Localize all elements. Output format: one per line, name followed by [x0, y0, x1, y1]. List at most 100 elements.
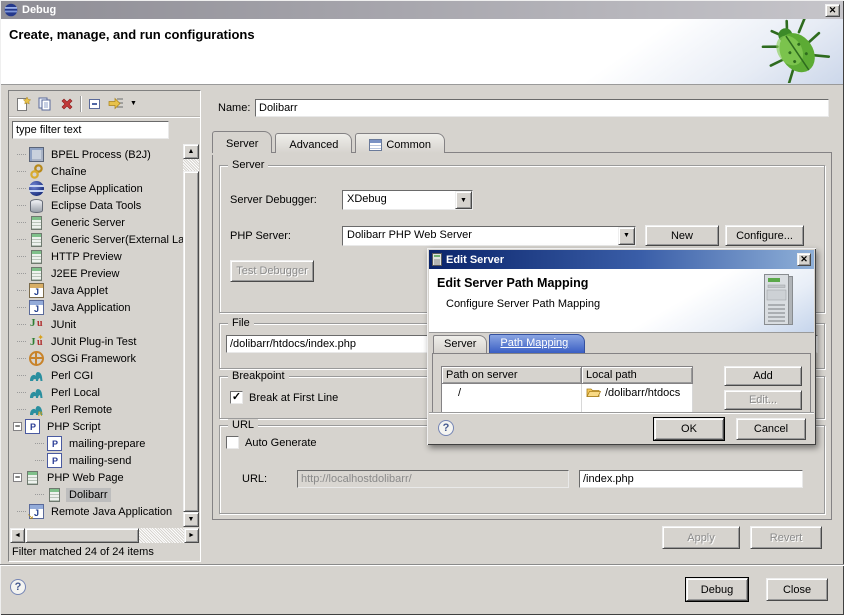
ok-button[interactable]: OK	[654, 418, 724, 440]
chevron-down-icon[interactable]: ▼	[455, 191, 472, 209]
camel-icon: R	[29, 402, 44, 417]
debug-bug-icon	[759, 19, 833, 83]
path-mapping-table: Path on server Local path / /dolibarr/ht…	[441, 366, 693, 413]
tree-item-perl-remote[interactable]: RPerl Remote	[11, 401, 182, 418]
remote-java-icon: ↘	[29, 504, 44, 519]
revert-button[interactable]: Revert	[750, 526, 822, 549]
tree-item-remote-java-application[interactable]: ↘Remote Java Application	[11, 503, 182, 520]
filter-icon[interactable]	[107, 95, 126, 113]
dialog-tab-server[interactable]: Server	[433, 335, 487, 353]
tree-item-php-script[interactable]: −PHP Script	[11, 418, 182, 435]
tree-item-mailing-send[interactable]: mailing-send	[29, 452, 182, 469]
eclipse-sphere-icon	[29, 181, 44, 196]
collapse-expander-icon[interactable]: −	[13, 422, 22, 431]
tree-item-java-application[interactable]: Java Application	[11, 299, 182, 316]
configure-server-button[interactable]: Configure...	[725, 225, 804, 246]
scrollbar-thumb[interactable]	[183, 171, 199, 512]
column-local-path[interactable]: Local path	[582, 367, 693, 384]
window-close-button[interactable]: ✕	[825, 4, 840, 17]
server-icon	[31, 233, 42, 247]
tree-item-generic-server[interactable]: Generic Server	[11, 214, 182, 231]
scrollbar-thumb[interactable]	[25, 528, 139, 543]
url-path-input[interactable]	[579, 470, 803, 488]
dialog-title: Edit Server	[446, 254, 797, 266]
new-configuration-icon[interactable]	[13, 95, 32, 113]
tree-item-http-preview[interactable]: HTTP Preview	[11, 248, 182, 265]
new-server-button[interactable]: New	[645, 225, 719, 246]
delete-icon[interactable]	[57, 95, 76, 113]
eclipse-logo-icon	[4, 3, 18, 17]
filter-input[interactable]	[12, 121, 169, 139]
tree-item-perl-cgi[interactable]: Perl CGI	[11, 367, 182, 384]
breakpoint-group-title: Breakpoint	[228, 370, 289, 382]
toolbar-dropdown-icon[interactable]: ▼	[130, 100, 137, 107]
server-debugger-select[interactable]: XDebug ▼	[342, 190, 473, 210]
junit-icon	[29, 317, 44, 332]
close-button[interactable]: Close	[766, 578, 828, 601]
tree-item-bpel-process[interactable]: BPEL Process (B2J)	[11, 146, 182, 163]
tab-advanced[interactable]: Advanced	[275, 133, 352, 153]
php-server-icon	[27, 471, 38, 485]
scroll-down-icon[interactable]: ▼	[183, 512, 199, 527]
break-first-line-checkbox[interactable]: ✓	[230, 391, 243, 404]
edit-mapping-button[interactable]: Edit...	[724, 390, 802, 410]
tree-item-perl-local[interactable]: Perl Local	[11, 384, 182, 401]
tree-item-chaine[interactable]: Chaîne	[11, 163, 182, 180]
tree-item-mailing-prepare[interactable]: mailing-prepare	[29, 435, 182, 452]
duplicate-icon[interactable]	[35, 95, 54, 113]
tree-vertical-scrollbar[interactable]: ▲ ▼	[183, 144, 199, 527]
table-row[interactable]: / /dolibarr/htdocs	[442, 384, 693, 402]
camel-icon	[29, 385, 44, 400]
scroll-up-icon[interactable]: ▲	[183, 144, 199, 159]
tree-item-generic-server-external[interactable]: Generic Server(External La	[11, 231, 182, 248]
tree-item-junit[interactable]: JUnit	[11, 316, 182, 333]
chevron-down-icon[interactable]: ▼	[618, 227, 635, 245]
name-input[interactable]	[255, 99, 829, 117]
config-tabs: Server Advanced Common	[212, 131, 448, 153]
help-icon[interactable]: ?	[438, 420, 454, 436]
footer-separator	[0, 564, 844, 566]
tree-item-java-applet[interactable]: Java Applet	[11, 282, 182, 299]
dialog-heading: Edit Server Path Mapping	[437, 276, 588, 290]
tree-item-osgi-framework[interactable]: OSGi Framework	[11, 350, 182, 367]
debug-configurations-window: Debug ✕ Create, manage, and run configur…	[0, 0, 844, 615]
cancel-button[interactable]: Cancel	[736, 418, 806, 440]
url-label: URL:	[242, 473, 297, 485]
path-mapping-panel: Path on server Local path / /dolibarr/ht…	[432, 353, 811, 413]
configurations-sidebar: ▼ BPEL Process (B2J) Chaîne Eclipse Appl…	[8, 90, 201, 562]
debug-button[interactable]: Debug	[686, 578, 748, 601]
apply-button[interactable]: Apply	[662, 526, 740, 549]
collapse-all-icon[interactable]	[85, 95, 104, 113]
php-icon	[25, 419, 40, 434]
auto-generate-checkbox[interactable]	[226, 436, 239, 449]
php-icon	[47, 436, 62, 451]
osgi-icon	[29, 351, 44, 366]
tab-server[interactable]: Server	[212, 131, 272, 153]
php-server-label: PHP Server:	[230, 230, 342, 242]
add-mapping-button[interactable]: Add	[724, 366, 802, 386]
dialog-tab-path-mapping[interactable]: Path Mapping	[489, 334, 585, 353]
auto-generate-label: Auto Generate	[245, 437, 317, 449]
scroll-right-icon[interactable]: ►	[184, 528, 199, 543]
tree-item-eclipse-application[interactable]: Eclipse Application	[11, 180, 182, 197]
php-server-select[interactable]: Dolibarr PHP Web Server ▼	[342, 226, 636, 246]
tree-horizontal-scrollbar[interactable]: ◄ ►	[10, 528, 199, 543]
dialog-close-button[interactable]: ✕	[797, 253, 811, 266]
tree-item-php-web-page[interactable]: −PHP Web Page	[11, 469, 182, 486]
folder-icon	[586, 386, 601, 398]
help-icon[interactable]: ?	[10, 579, 26, 595]
test-debugger-button[interactable]: Test Debugger	[230, 260, 314, 282]
tab-common[interactable]: Common	[355, 133, 445, 153]
column-path-on-server[interactable]: Path on server	[442, 367, 582, 384]
tree-item-junit-plugin-test[interactable]: ✦JUnit Plug-in Test	[11, 333, 182, 350]
tree-item-j2ee-preview[interactable]: J2EE Preview	[11, 265, 182, 282]
tree-item-dolibarr[interactable]: Dolibarr	[29, 486, 182, 503]
junit-plugin-icon: ✦	[29, 334, 44, 349]
collapse-expander-icon[interactable]: −	[13, 473, 22, 482]
server-icon	[432, 253, 442, 266]
camel-icon	[29, 368, 44, 383]
tree-item-eclipse-data-tools[interactable]: Eclipse Data Tools	[11, 197, 182, 214]
scroll-left-icon[interactable]: ◄	[10, 528, 25, 543]
name-label: Name:	[218, 102, 255, 114]
table-icon	[369, 139, 382, 151]
